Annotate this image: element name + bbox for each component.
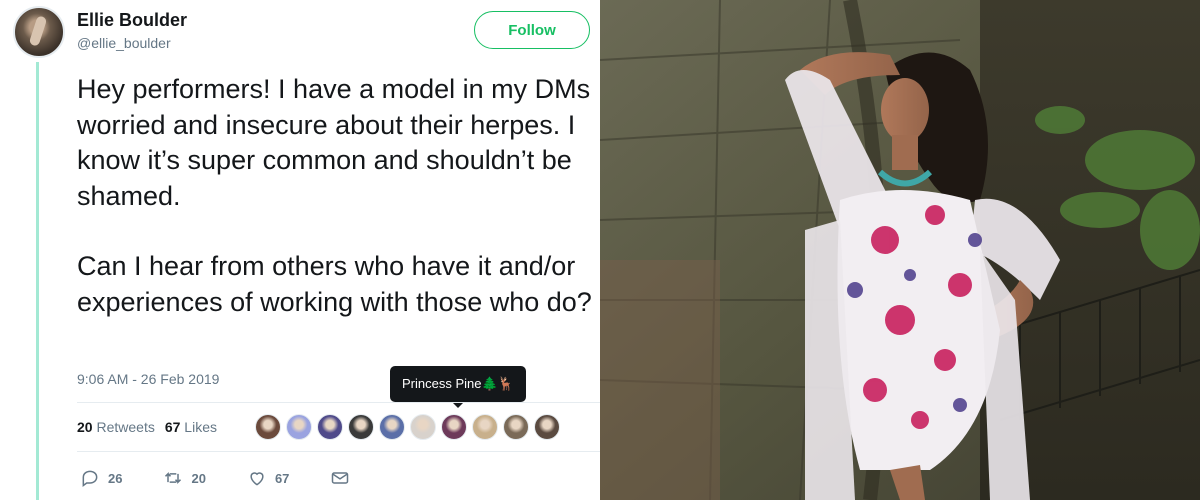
tweet-paragraph: Hey performers! I have a model in my DMs… (77, 74, 591, 211)
liker-avatar[interactable] (255, 414, 281, 440)
liker-avatar[interactable] (534, 414, 560, 440)
tweet-paragraph: Can I hear from others who have it and/o… (77, 251, 592, 317)
liker-avatars (255, 414, 560, 440)
reply-icon (82, 470, 98, 487)
tweet-text: Hey performers! I have a model in my DMs… (77, 72, 597, 355)
direct-message-button[interactable] (330, 468, 350, 488)
liker-avatar[interactable] (348, 414, 374, 440)
divider (77, 402, 600, 403)
reply-button[interactable]: 26 (80, 468, 122, 488)
liker-tooltip: Princess Pine🌲🦌 (390, 366, 526, 408)
liker-avatar[interactable] (410, 414, 436, 440)
timestamp[interactable]: 9:06 AM - 26 Feb 2019 (77, 371, 219, 387)
likes-label: Likes (184, 419, 217, 435)
tweet-stats: 20 Retweets 67 Likes (77, 419, 217, 435)
retweet-count: 20 (191, 470, 206, 486)
likes-count: 67 (164, 419, 181, 435)
heart-icon (250, 472, 264, 486)
liker-avatar[interactable] (379, 414, 405, 440)
follow-button[interactable]: Follow (474, 11, 590, 49)
liker-avatar[interactable] (472, 414, 498, 440)
tweet-actions: 26 20 67 (80, 468, 391, 488)
retweet-button[interactable]: 20 (163, 468, 206, 488)
tweet-photo (600, 0, 1200, 500)
reply-count: 26 (108, 470, 123, 486)
liker-avatar[interactable] (503, 414, 529, 440)
avatar[interactable] (13, 6, 65, 58)
like-count: 67 (274, 470, 290, 486)
tweet-card: Ellie Boulder @ellie_boulder Follow Hey … (0, 0, 600, 500)
like-button[interactable]: 67 (247, 468, 289, 488)
thread-line (36, 62, 39, 500)
user-handle[interactable]: @ellie_boulder (77, 35, 171, 51)
retweets-label: Retweets (96, 419, 155, 435)
likes-stat[interactable]: 67 Likes (165, 419, 217, 435)
envelope-icon (332, 472, 349, 484)
retweet-icon (165, 472, 182, 484)
liker-avatar[interactable] (441, 414, 467, 440)
photo-illustration (600, 0, 1200, 500)
liker-avatar[interactable] (317, 414, 343, 440)
retweets-count: 20 (77, 419, 93, 435)
display-name[interactable]: Ellie Boulder (77, 10, 187, 31)
liker-avatar[interactable] (286, 414, 312, 440)
divider (77, 451, 600, 452)
retweets-stat[interactable]: 20 Retweets (77, 419, 155, 435)
